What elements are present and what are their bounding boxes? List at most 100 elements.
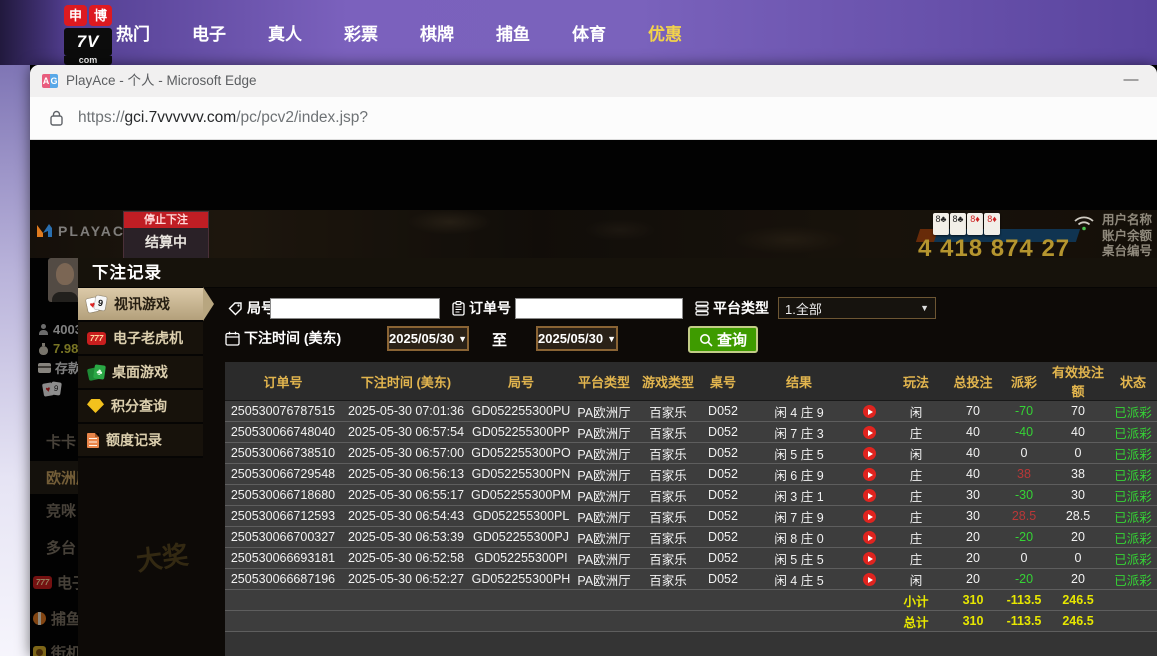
browser-titlebar[interactable]: AG PlayAce - 个人 - Microsoft Edge — bbox=[30, 65, 1157, 97]
site-logo[interactable]: 申 博 7V com bbox=[64, 5, 114, 65]
table-cell-table_no: D052 bbox=[699, 527, 747, 548]
nav-item[interactable]: 棋牌 bbox=[420, 20, 454, 45]
table-cell-table_no: D052 bbox=[699, 548, 747, 569]
table-cell-platform: PA欧洲厅 bbox=[571, 527, 637, 548]
slot-777-icon bbox=[87, 332, 106, 345]
replay-button[interactable] bbox=[863, 531, 876, 544]
replay-button[interactable] bbox=[863, 510, 876, 523]
to-label: 至 bbox=[492, 329, 507, 350]
table-cell-play: 庄 bbox=[887, 464, 945, 485]
wifi-icon bbox=[1073, 213, 1095, 233]
table-cell-valid: 70 bbox=[1047, 401, 1109, 422]
table-games-icon bbox=[87, 365, 105, 380]
table-cell-play_btn bbox=[851, 506, 887, 527]
modal-tab-视讯游戏[interactable]: 视讯游戏 bbox=[78, 288, 203, 322]
url-text[interactable]: https://gci.7vvvvvv.com/pc/pcv2/index.js… bbox=[78, 97, 368, 139]
chevron-down-icon: ▼ bbox=[607, 334, 616, 344]
nav-item[interactable]: 电子 bbox=[192, 20, 226, 45]
modal-tab-桌面游戏[interactable]: 桌面游戏 bbox=[78, 356, 203, 390]
table-cell-total: 20 bbox=[945, 569, 1001, 590]
table-cell-total: 70 bbox=[945, 401, 1001, 422]
total-cell bbox=[1109, 590, 1157, 611]
date-from-picker[interactable]: 2025/05/30▼ bbox=[387, 326, 469, 351]
replay-button[interactable] bbox=[863, 489, 876, 502]
table-cell-game: 百家乐 bbox=[637, 464, 699, 485]
settling-status: 结算中 bbox=[124, 228, 208, 258]
modal-tab-电子老虎机[interactable]: 电子老虎机 bbox=[78, 322, 203, 356]
table-cell-round: GD052255300PM bbox=[471, 485, 571, 506]
nav-item[interactable]: 彩票 bbox=[344, 20, 378, 45]
total-cell bbox=[699, 611, 747, 632]
table-cell-time: 2025-05-30 06:55:17 bbox=[341, 485, 471, 506]
table-cell-result: 闲 7 庄 3 bbox=[747, 422, 851, 443]
nav-item[interactable]: 真人 bbox=[268, 20, 302, 45]
platform-type-select[interactable]: 1.全部▼ bbox=[778, 297, 936, 319]
playing-card: 8♦ bbox=[984, 213, 1000, 235]
table-cell-order: 250530066748040 bbox=[225, 422, 341, 443]
nav-item[interactable]: 优惠 bbox=[648, 20, 682, 45]
tag-icon bbox=[228, 301, 243, 316]
table-cell-status: 已派彩 bbox=[1109, 401, 1157, 422]
table-cell-status: 已派彩 bbox=[1109, 506, 1157, 527]
table-cell-table_no: D052 bbox=[699, 443, 747, 464]
table-cell-status: 已派彩 bbox=[1109, 464, 1157, 485]
logo-badge-1: 申 bbox=[64, 5, 87, 26]
table-cell-table_no: D052 bbox=[699, 506, 747, 527]
modal-tab-额度记录[interactable]: 额度记录 bbox=[78, 424, 203, 458]
replay-button[interactable] bbox=[863, 573, 876, 586]
playace-logo-icon bbox=[36, 222, 53, 239]
replay-button[interactable] bbox=[863, 552, 876, 565]
replay-button[interactable] bbox=[863, 468, 876, 481]
table-cell-time: 2025-05-30 06:57:54 bbox=[341, 422, 471, 443]
table-cell-valid: 20 bbox=[1047, 527, 1109, 548]
date-to-picker[interactable]: 2025/05/30▼ bbox=[536, 326, 618, 351]
table-cell-payout: -30 bbox=[1001, 485, 1047, 506]
table-cell-result: 闲 5 庄 5 bbox=[747, 548, 851, 569]
table-cell-order: 250530066712593 bbox=[225, 506, 341, 527]
modal-tab-积分查询[interactable]: 积分查询 bbox=[78, 390, 203, 424]
total-cell bbox=[225, 611, 341, 632]
calendar-icon bbox=[225, 331, 240, 346]
table-cell-table_no: D052 bbox=[699, 401, 747, 422]
round-id-input[interactable] bbox=[270, 298, 440, 319]
table-cell-game: 百家乐 bbox=[637, 485, 699, 506]
table-header: 局号 bbox=[471, 362, 571, 401]
replay-button[interactable] bbox=[863, 447, 876, 460]
table-row: 2505300666871962025-05-30 06:52:27GD0522… bbox=[225, 569, 1157, 590]
table-cell-valid: 0 bbox=[1047, 443, 1109, 464]
table-row: 2505300667125932025-05-30 06:54:43GD0522… bbox=[225, 506, 1157, 527]
table-cell-round: GD052255300PL bbox=[471, 506, 571, 527]
search-button[interactable]: 查询 bbox=[688, 326, 758, 353]
table-cell-time: 2025-05-30 06:57:00 bbox=[341, 443, 471, 464]
modal-tab-label: 额度记录 bbox=[106, 430, 162, 450]
game-tile[interactable]: 停止下注 结算中 bbox=[123, 211, 209, 258]
table-cell-order: 250530066729548 bbox=[225, 464, 341, 485]
search-icon bbox=[699, 333, 713, 347]
table-cell-play: 庄 bbox=[887, 548, 945, 569]
table-header: 玩法 bbox=[887, 362, 945, 401]
nav-item[interactable]: 热门 bbox=[116, 20, 150, 45]
replay-button[interactable] bbox=[863, 405, 876, 418]
table-cell-payout: -70 bbox=[1001, 401, 1047, 422]
nav-item[interactable]: 体育 bbox=[572, 20, 606, 45]
total-cell: -113.5 bbox=[1001, 611, 1047, 632]
address-bar[interactable]: https://gci.7vvvvvv.com/pc/pcv2/index.js… bbox=[30, 97, 1157, 140]
table-cell-play_btn bbox=[851, 548, 887, 569]
minimize-button[interactable]: — bbox=[1115, 67, 1147, 95]
browser-window: AG PlayAce - 个人 - Microsoft Edge — https… bbox=[30, 65, 1157, 656]
order-id-input[interactable] bbox=[515, 298, 683, 319]
records-table: 订单号下注时间 (美东)局号平台类型游戏类型桌号结果玩法总投注派彩有效投注额状态… bbox=[225, 362, 1157, 632]
lock-icon bbox=[50, 110, 63, 126]
total-cell: 310 bbox=[945, 611, 1001, 632]
replay-button[interactable] bbox=[863, 426, 876, 439]
table-cell-order: 250530066693181 bbox=[225, 548, 341, 569]
table-cell-total: 40 bbox=[945, 422, 1001, 443]
modal-body: 局号 订单号 平台类型 1.全部▼ bbox=[225, 288, 1157, 656]
modal-title: 下注记录 bbox=[78, 258, 1157, 288]
nav-item[interactable]: 捕鱼 bbox=[496, 20, 530, 45]
total-cell bbox=[747, 590, 851, 611]
table-total-row: 总计310-113.5246.5 bbox=[225, 611, 1157, 632]
betting-stopped-banner: 停止下注 bbox=[124, 212, 208, 228]
total-cell bbox=[747, 611, 851, 632]
table-cell-payout: -20 bbox=[1001, 527, 1047, 548]
